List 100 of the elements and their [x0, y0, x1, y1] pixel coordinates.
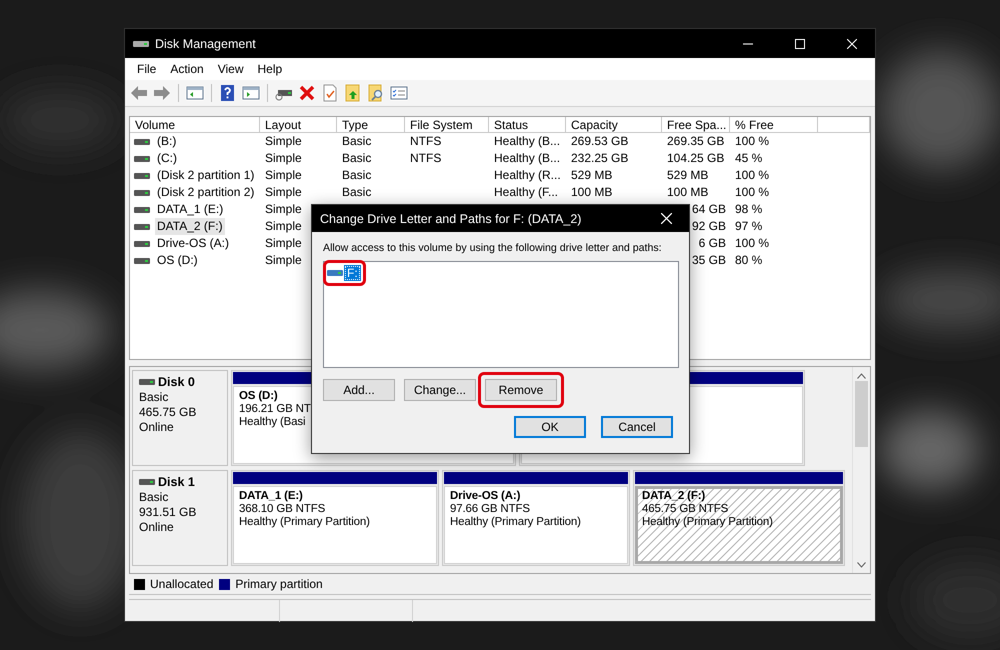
table-cell: Simple	[265, 150, 302, 167]
partition-title: DATA_1 (E:)	[239, 490, 303, 502]
scrollbar-thumb[interactable]	[855, 381, 868, 447]
partition-block[interactable]: DATA_1 (E:) 368.10 GB NTFS Healthy (Primary Partition)	[231, 470, 439, 566]
table-cell: 269.53 GB	[571, 133, 628, 150]
column-header[interactable]: File System	[405, 117, 489, 133]
table-cell[interactable]: DATA_1 (E:)	[155, 201, 226, 218]
table-cell: NTFS	[410, 150, 442, 167]
close-icon[interactable]	[847, 38, 857, 48]
table-cell: Healthy (B...	[494, 133, 560, 150]
forward-arrow-icon[interactable]	[152, 83, 172, 103]
table-cell: 100 MB	[571, 184, 612, 201]
table-cell[interactable]: Drive-OS (A:)	[155, 235, 231, 252]
table-cell: 232.25 GB	[571, 150, 628, 167]
menu-item[interactable]: File	[131, 60, 162, 78]
table-cell[interactable]: DATA_2 (F:)	[155, 218, 225, 235]
partition-size: 368.10 GB NTFS	[239, 503, 326, 515]
dialog-button[interactable]: Cancel	[601, 416, 673, 438]
table-cell: Basic	[342, 150, 372, 167]
table-cell: 64 GB	[692, 201, 726, 218]
table-cell: Simple	[265, 218, 302, 235]
table-cell[interactable]: (Disk 2 partition 1)	[155, 167, 256, 184]
table-cell: 92 GB	[692, 218, 726, 235]
table-cell: Simple	[265, 133, 302, 150]
drive-icon	[139, 478, 155, 486]
table-cell: Simple	[265, 167, 302, 184]
dialog-title: Change Drive Letter and Paths for F: (DATA_2)	[320, 212, 582, 226]
drive-icon	[134, 138, 150, 146]
partition-size: 196.21 GB NT	[239, 403, 311, 415]
table-cell: 529 MB	[571, 167, 612, 184]
scroll-up-icon[interactable]	[857, 373, 866, 379]
partition-status: Healthy (Primary Partition)	[239, 516, 370, 528]
dialog-button[interactable]: Add...	[323, 379, 395, 401]
partition-size: 465.75 GB NTFS	[642, 503, 728, 515]
table-cell: Basic	[342, 184, 372, 201]
dialog-button[interactable]: Change...	[404, 379, 476, 401]
table-cell[interactable]: (C:)	[155, 150, 179, 167]
scrollbar[interactable]	[852, 367, 870, 573]
disk-type: Basic	[139, 490, 170, 504]
drive-icon	[134, 188, 150, 196]
partition-title: Drive-OS (A:)	[450, 490, 520, 502]
table-cell: 80 %	[735, 252, 762, 269]
table-cell: 104.25 GB	[667, 150, 724, 167]
maximize-icon[interactable]	[795, 38, 805, 48]
partition-status: Healthy (Primary Partition)	[450, 516, 581, 528]
table-cell: Simple	[265, 252, 302, 269]
table-cell: Healthy (F...	[494, 184, 558, 201]
menu-item[interactable]: Help	[252, 60, 288, 78]
table-cell[interactable]: OS (D:)	[155, 252, 200, 269]
delete-icon[interactable]	[297, 83, 317, 103]
column-header[interactable]: Layout	[260, 117, 337, 133]
table-cell: 35 GB	[692, 252, 726, 269]
table-cell: 98 %	[735, 201, 762, 218]
table-cell: 100 %	[735, 235, 770, 252]
column-header[interactable]: Capacity	[566, 117, 662, 133]
legend-label: Unallocated	[150, 577, 214, 591]
drive-icon	[134, 256, 150, 264]
partition-status: Healthy (Basi	[239, 416, 306, 428]
table-cell: Healthy (R...	[494, 167, 561, 184]
dialog-button[interactable]: OK	[514, 416, 586, 438]
menu-item[interactable]: View	[212, 60, 250, 78]
drive-icon	[134, 206, 150, 214]
partition-block[interactable]: DATA_2 (F:) 465.75 GB NTFS Healthy (Primary Partition)	[633, 470, 845, 566]
column-header[interactable]: % Free	[730, 117, 818, 133]
disk-name: Disk 0	[158, 375, 195, 389]
table-cell: Healthy (B...	[494, 150, 560, 167]
window-title: Disk Management	[155, 36, 257, 50]
column-header[interactable]: Volume	[130, 117, 260, 133]
partition-title: DATA_2 (F:)	[642, 490, 706, 502]
table-cell: Basic	[342, 133, 372, 150]
path-item[interactable]: F:	[344, 265, 361, 281]
drive-icon	[134, 240, 150, 248]
table-cell[interactable]: (Disk 2 partition 2)	[155, 184, 256, 201]
table-cell: 529 MB	[667, 167, 708, 184]
drive-icon	[134, 172, 150, 180]
menu-item[interactable]: Action	[164, 60, 210, 78]
table-cell[interactable]: (B:)	[155, 133, 178, 150]
dialog-button[interactable]: Remove	[485, 379, 557, 401]
table-cell: Simple	[265, 201, 302, 218]
scroll-down-icon[interactable]	[857, 562, 866, 568]
legend-label: Primary partition	[235, 577, 323, 591]
close-icon[interactable]	[660, 213, 672, 224]
disk-state: Online	[139, 520, 175, 534]
column-header[interactable]: Free Spa...	[662, 117, 730, 133]
disk-size: 931.51 GB	[139, 505, 198, 519]
table-cell: NTFS	[410, 133, 442, 150]
partition-size: 97.66 GB NTFS	[450, 503, 530, 515]
drive-icon	[134, 154, 150, 162]
table-cell: 100 %	[735, 167, 770, 184]
disk-type: Basic	[139, 390, 170, 404]
partition-title: OS (D:)	[239, 390, 278, 402]
disk-info-panel[interactable]: Disk 0 Basic 465.75 GB Online	[132, 370, 228, 466]
table-cell: Simple	[265, 235, 302, 252]
column-header[interactable]: Type	[337, 117, 405, 133]
disk-info-panel[interactable]: Disk 1 Basic 931.51 GB Online	[132, 470, 228, 566]
drive-icon	[133, 40, 149, 48]
partition-block[interactable]: Drive-OS (A:) 97.66 GB NTFS Healthy (Primary Partition)	[442, 470, 630, 566]
column-header[interactable]: Status	[489, 117, 566, 133]
drive-icon	[327, 269, 343, 277]
paths-list[interactable]: F:	[323, 261, 679, 368]
